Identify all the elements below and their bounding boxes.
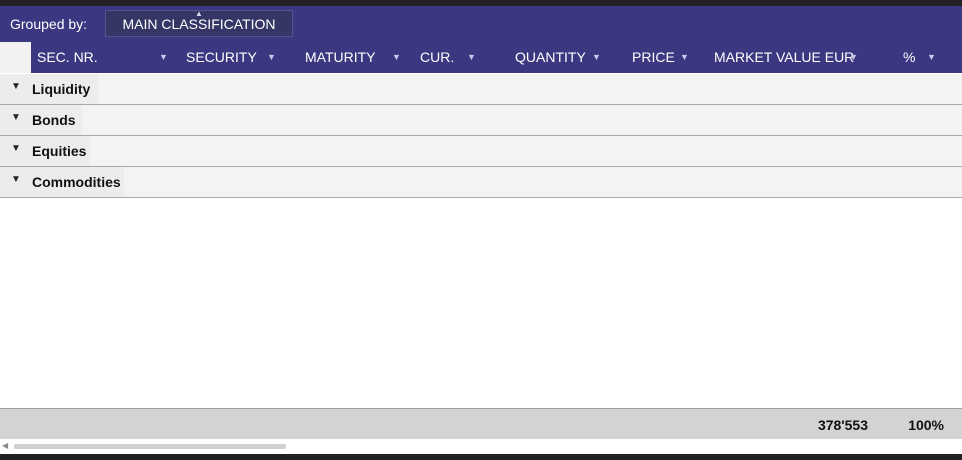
group-row-equities[interactable]: ▼ Equities xyxy=(0,136,962,167)
header-spacer xyxy=(0,42,31,73)
group-row-liquidity[interactable]: ▼ Liquidity xyxy=(0,74,962,105)
group-name: Liquidity xyxy=(32,81,91,97)
group-row-commodities[interactable]: ▼ Commodities xyxy=(0,167,962,198)
chevron-down-icon[interactable]: ▼ xyxy=(849,42,858,73)
expand-chevron-icon[interactable]: ▼ xyxy=(11,81,21,92)
total-percent: 100% xyxy=(908,417,944,433)
expand-chevron-icon[interactable]: ▼ xyxy=(11,143,21,154)
column-header-quantity[interactable]: QUANTITY ▼ xyxy=(498,42,616,73)
group-name: Equities xyxy=(32,143,87,159)
chevron-down-icon[interactable]: ▼ xyxy=(592,42,601,73)
column-label: CUR. xyxy=(420,49,455,65)
scroll-left-icon[interactable]: ◀ xyxy=(2,441,8,450)
column-label: SEC. NR. xyxy=(37,49,98,65)
horizontal-scrollbar[interactable]: ◀ xyxy=(0,439,962,454)
window-bottom-edge xyxy=(0,454,962,460)
column-label: MARKET VALUE EUR xyxy=(714,49,855,65)
group-name: Bonds xyxy=(32,112,76,128)
expand-chevron-icon[interactable]: ▼ xyxy=(11,174,21,185)
chevron-down-icon[interactable]: ▼ xyxy=(467,42,476,73)
group-name: Commodities xyxy=(32,174,121,190)
column-header-security[interactable]: SECURITY ▼ xyxy=(176,42,291,73)
totals-footer: 378'553 100% xyxy=(0,408,962,439)
chevron-down-icon[interactable]: ▼ xyxy=(680,42,689,73)
scrollbar-thumb[interactable] xyxy=(14,444,286,449)
column-header-sec-nr[interactable]: SEC. NR. ▼ xyxy=(31,42,176,73)
chevron-down-icon[interactable]: ▼ xyxy=(392,42,401,73)
sort-up-icon: ▲ xyxy=(195,9,203,18)
grouped-by-label: Grouped by: xyxy=(10,16,88,32)
group-chip-main-classification[interactable]: ▲ MAIN CLASSIFICATION xyxy=(105,10,293,37)
column-header-row: SEC. NR. ▼ SECURITY ▼ MATURITY ▼ CUR. ▼ … xyxy=(0,42,962,73)
chevron-down-icon[interactable]: ▼ xyxy=(927,42,936,73)
group-chip-label: MAIN CLASSIFICATION xyxy=(122,16,276,32)
group-row-bonds[interactable]: ▼ Bonds xyxy=(0,105,962,136)
column-header-market-value[interactable]: MARKET VALUE EUR ▼ xyxy=(700,42,870,73)
column-label: QUANTITY xyxy=(515,49,586,65)
column-header-percent[interactable]: % ▼ xyxy=(870,42,962,73)
total-market-value: 378'553 xyxy=(817,417,868,433)
column-header-price[interactable]: PRICE ▼ xyxy=(616,42,700,73)
column-label: PRICE xyxy=(632,49,675,65)
column-header-maturity[interactable]: MATURITY ▼ xyxy=(291,42,410,73)
chevron-down-icon[interactable]: ▼ xyxy=(159,42,168,73)
column-header-currency[interactable]: CUR. ▼ xyxy=(410,42,498,73)
column-label: % xyxy=(903,49,916,65)
expand-chevron-icon[interactable]: ▼ xyxy=(11,112,21,123)
column-label: SECURITY xyxy=(186,49,257,65)
chevron-down-icon[interactable]: ▼ xyxy=(267,42,276,73)
column-label: MATURITY xyxy=(305,49,376,65)
group-by-panel: Grouped by: ▲ MAIN CLASSIFICATION xyxy=(0,6,962,42)
